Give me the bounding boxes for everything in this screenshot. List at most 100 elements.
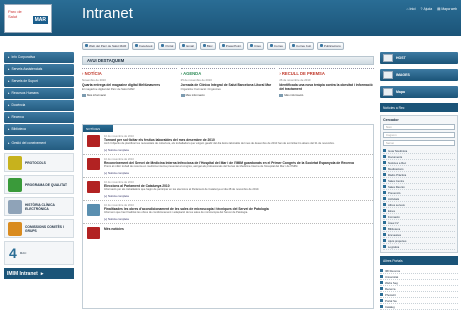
- bullet-icon: [383, 197, 386, 200]
- arrow-icon: ▸: [8, 141, 10, 145]
- sitemap-icon: ▤: [437, 7, 441, 11]
- protocols-link[interactable]: PROTOCOLS: [4, 153, 74, 172]
- toolbar-bloc-button[interactable]: Bloc: [199, 41, 216, 50]
- protocols-icon: [8, 155, 22, 170]
- publications-icon: [319, 44, 323, 47]
- header-links: ⌂ Inici ? Ajuda ▤ Mapa web: [406, 7, 457, 11]
- toolbar-powerpoint-button[interactable]: PowerPoint: [218, 41, 245, 50]
- news-text: Premi al millor treball de recerca en me…: [104, 165, 299, 168]
- bullet-icon: [383, 239, 386, 242]
- bullet-icon: [380, 269, 383, 272]
- news-item: 10 de novembre de 2010 Finalitzades les …: [83, 201, 373, 216]
- bullet-icon: [380, 293, 383, 296]
- right-bar[interactable]: Notícies a Rec: [380, 103, 458, 112]
- featured-news: › NOTÍCIA Novembre de 2010 Quarta entreg…: [82, 68, 177, 120]
- news-icon: [87, 204, 100, 216]
- featured-press-date: 26 de novembre de 2010: [279, 78, 311, 82]
- toolbar-email-button[interactable]: Email: [179, 41, 197, 50]
- help-link[interactable]: ? Ajuda: [421, 7, 433, 11]
- quick-links: Guia Telefònica Documents Notícies a Rec…: [383, 148, 455, 250]
- sitemap-link[interactable]: ▤ Mapa web: [437, 7, 457, 11]
- sidebar: ▸ Info Corporativa ▸ Serveis Assistencials…: [4, 52, 74, 336]
- bullet-icon: [380, 281, 383, 284]
- cites-icon: [250, 44, 254, 47]
- featured-columns: › NOTÍCIA Novembre de 2010 Quarta entreg…: [82, 68, 375, 120]
- clinical-history-link[interactable]: HISTÒRIA CLÍNICA ELECTRÒNICA: [4, 197, 74, 216]
- featured-news-more[interactable]: Més informació: [82, 93, 177, 97]
- featured-agenda-more[interactable]: Més informació: [180, 93, 276, 97]
- news-more-link[interactable]: [+] Notícia completa: [83, 147, 373, 155]
- facebook-icon: [135, 44, 139, 47]
- bullet-icon: [383, 221, 386, 224]
- featured-news-date: Novembre de 2010: [82, 78, 106, 82]
- map-button[interactable]: Mapa: [380, 86, 458, 98]
- images-button[interactable]: IMAGES: [380, 69, 458, 81]
- sidebar-item-recursos-humans[interactable]: ▸ Recursos Humans: [4, 88, 74, 99]
- toolbar-portal-button[interactable]: Portal: [158, 41, 177, 50]
- featured-press-heading: › RECULL DE PREMSA: [279, 71, 325, 76]
- featured-news-text: El magazine digital del Parc de Salut MA…: [82, 87, 135, 91]
- more-icon: [82, 93, 86, 97]
- commissions-link[interactable]: COMISSIONS COMITÈS I GRUPS: [4, 219, 74, 238]
- home-link[interactable]: ⌂ Inici: [406, 7, 415, 11]
- toolbar-cites-button[interactable]: Cites: [247, 41, 264, 50]
- sidebar-item-serveis-suport[interactable]: ▸ Serveis de Suport: [4, 76, 74, 87]
- clinical-history-icon: [8, 199, 22, 214]
- surname-input[interactable]: Cognom: [383, 132, 455, 138]
- bullet-icon: [380, 299, 383, 302]
- arrow-icon: ▸: [8, 103, 10, 108]
- sidebar-item-docencia[interactable]: ▸ Docència: [4, 100, 74, 111]
- toolbar-publicacions-button[interactable]: Publicacions: [316, 41, 344, 50]
- bullet-icon: [383, 209, 386, 212]
- bullet-icon: [383, 173, 386, 176]
- web-icon: [85, 44, 88, 47]
- featured-press-more[interactable]: Més informació: [279, 93, 374, 97]
- bullet-icon: [383, 215, 386, 218]
- quick-link[interactable]: Logística: [383, 244, 455, 250]
- bullet-icon: [383, 185, 386, 188]
- quality-program-link[interactable]: PROGRAMA DE QUALITAT: [4, 175, 74, 194]
- sidebar-item-biblioteca[interactable]: ▸ Biblioteca: [4, 124, 74, 135]
- intranet-page: { "header": { "logo_line1": "Parc de Sal…: [0, 0, 461, 336]
- news-more-link[interactable]: [+] Notícia completa: [83, 216, 373, 224]
- search-box: Cercador Nom Cognom Servei Guia Telefòni…: [380, 115, 458, 253]
- mail-icon: [269, 44, 273, 47]
- host-button[interactable]: HOST: [380, 52, 458, 64]
- arrow-icon: ▸: [8, 115, 10, 120]
- sidebar-item-info-corporativa[interactable]: ▸ Info Corporativa: [4, 52, 74, 63]
- toolbar-correu-button[interactable]: Correu: [266, 41, 287, 50]
- a4-banner[interactable]: 4 MAC: [4, 241, 74, 265]
- bullet-icon: [383, 191, 386, 194]
- featured-news-heading: › NOTÍCIA: [82, 71, 102, 76]
- portal-icon: [161, 44, 165, 47]
- service-input[interactable]: Servei: [383, 140, 455, 146]
- news-item: 10 de novembre de 2010 Eleccions al Parl…: [83, 178, 373, 193]
- bullet-icon: [383, 245, 386, 248]
- a4-label: MAC: [19, 251, 27, 255]
- header: Parc de Salut MAR Intranet ⌂ Inici ? Ajuda…: [0, 0, 461, 36]
- news-more-link[interactable]: [+] Notícia completa: [83, 193, 373, 201]
- search-title: Cercador: [383, 118, 399, 122]
- news-text: Amb l'objectiu de planificar les necessi…: [104, 142, 335, 145]
- other-portals: IMI Recerca Universitat Webs Seg Recerca…: [380, 268, 458, 310]
- toolbar-web-button[interactable]: Web del Parc de Salut MAR: [82, 41, 130, 50]
- news-more-link[interactable]: [+] Notícia completa: [83, 170, 373, 178]
- news-item: 10 de novembre de 2010 Reconeixement del…: [83, 155, 373, 170]
- more-news-link[interactable]: Més notícies: [104, 227, 369, 231]
- name-input[interactable]: Nom: [383, 124, 455, 130]
- toolbar-facebook-button[interactable]: Facebook: [132, 41, 156, 50]
- sidebar-item-serveis-assistencials[interactable]: ▸ Serveis Assistencials: [4, 64, 74, 75]
- featured-press-title[interactable]: Identificada una nova teràpia contra la …: [279, 83, 374, 91]
- imim-intranet-link[interactable]: IMIM Intranet ▸: [4, 268, 74, 279]
- portal-link[interactable]: Catàleg: [380, 304, 458, 310]
- sidebar-item-gestio-coneixement[interactable]: ▸ Gestió del coneixement: [4, 136, 74, 150]
- news-header: NOTÍCIES: [83, 125, 113, 132]
- programs: PROTOCOLS PROGRAMA DE QUALITAT HISTÒRIA …: [4, 153, 74, 238]
- bullet-icon: [383, 167, 386, 170]
- logo[interactable]: Parc de Salut MAR: [4, 4, 52, 33]
- news-item: 10 de novembre de 2010 Tornant per sol·l…: [83, 132, 373, 147]
- bullet-icon: [383, 149, 386, 152]
- sidebar-item-recerca[interactable]: ▸ Recerca: [4, 112, 74, 123]
- toolbar-correu-buit-button[interactable]: Correu buit: [289, 41, 314, 50]
- featured-agenda-date: 25 de novembre de 2010: [180, 78, 212, 82]
